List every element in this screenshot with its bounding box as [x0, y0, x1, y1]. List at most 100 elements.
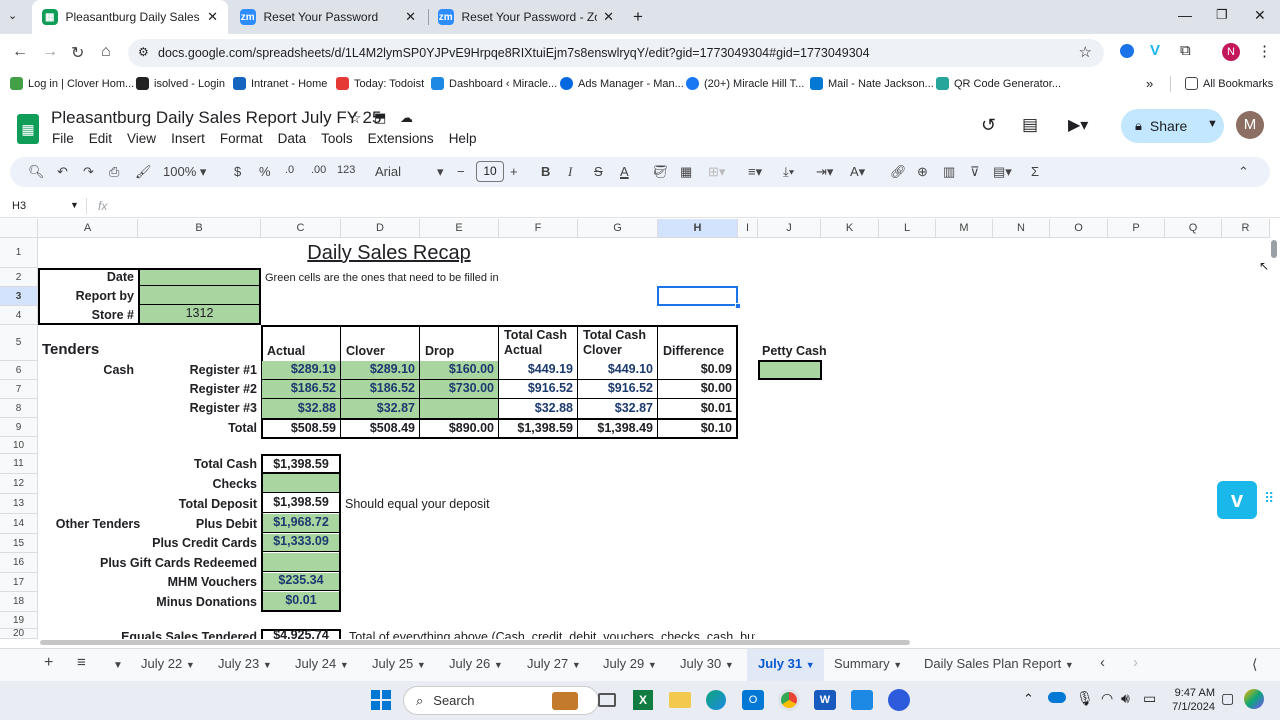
column-header[interactable]: Q [1165, 219, 1222, 238]
mhm-vouchers-cell[interactable]: $235.34 [263, 573, 339, 591]
selected-cell[interactable] [657, 286, 738, 306]
percent-format-button[interactable]: % [259, 164, 271, 179]
column-header[interactable]: G [578, 219, 658, 238]
register-total-clover-cell[interactable]: $32.87 [578, 399, 657, 418]
petty-cash-input-cell[interactable] [758, 360, 822, 380]
taskbar-search[interactable]: ⌕ Search [403, 686, 599, 715]
drag-handle-icon[interactable]: ⠿ [1264, 490, 1274, 507]
address-bar[interactable]: ⚙ docs.google.com/spreadsheets/d/1L4M2ly… [128, 39, 1104, 67]
minus-donations-cell[interactable]: $0.01 [263, 592, 339, 610]
new-tab-icon[interactable]: + [633, 7, 643, 27]
register-label[interactable]: Register #1 [138, 361, 261, 380]
vimeo-record-button[interactable]: v [1217, 481, 1257, 519]
bookmark-item[interactable]: Dashboard ‹ Miracle... [431, 77, 557, 90]
column-header[interactable]: R [1222, 219, 1270, 238]
register-total-actual-cell[interactable]: $916.52 [499, 380, 577, 399]
text-color-button[interactable]: A [620, 164, 629, 179]
window-close-icon[interactable]: ✕ [1254, 7, 1266, 24]
more-bookmarks-icon[interactable]: » [1146, 76, 1153, 91]
gift-cards-label[interactable]: Plus Gift Cards Redeemed [60, 553, 261, 573]
column-header[interactable]: O [1050, 219, 1108, 238]
fill-color-icon[interactable]: 🪣︎ [652, 164, 669, 180]
row-header[interactable]: 2 [0, 268, 38, 287]
insert-link-icon[interactable]: 🔗︎ [890, 164, 907, 180]
tab-reset-password-zoom[interactable]: zm Reset Your Password - Zoom ✕ [428, 0, 624, 34]
register-total-clover-cell[interactable]: $449.10 [578, 361, 657, 380]
header-difference[interactable]: Difference [659, 325, 736, 361]
menu-extensions[interactable]: Extensions [368, 131, 434, 146]
share-button[interactable]: 🔒︎ Share ▼ [1121, 109, 1224, 143]
number-format-button[interactable]: 123 [337, 164, 355, 176]
meet-icon[interactable]: ▶▾ [1068, 115, 1088, 135]
paint-format-icon[interactable]: 🖌︎ [135, 164, 152, 180]
word-icon[interactable]: W [814, 690, 836, 710]
credit-cards-cell[interactable]: $1,333.09 [263, 534, 339, 552]
register-difference-cell[interactable]: $0.01 [658, 399, 736, 418]
register-clover-cell[interactable]: $186.52 [341, 380, 419, 399]
sheet-title[interactable]: Daily Sales Recap [261, 238, 517, 268]
total-deposit-label[interactable]: Total Deposit [138, 494, 261, 514]
avatar[interactable]: M [1236, 111, 1264, 139]
sheet-tab[interactable]: July 25 ▼ [372, 656, 426, 671]
register-difference-cell[interactable]: $0.09 [658, 361, 736, 380]
onedrive-icon[interactable] [1048, 692, 1066, 703]
file-explorer-icon[interactable] [669, 692, 691, 708]
header-total-cash-actual[interactable]: Total Cash Actual [500, 325, 576, 361]
search-menus-icon[interactable]: 🔍︎ [28, 164, 45, 180]
excel-icon[interactable]: X [633, 690, 653, 710]
date-input-cell[interactable] [138, 268, 261, 287]
header-total-cash-clover[interactable]: Total Cash Clover [579, 325, 656, 361]
row-header[interactable]: 7 [0, 380, 38, 399]
vimeo-extension-icon[interactable]: V [1150, 42, 1160, 59]
store-number-cell[interactable]: 1312 [138, 305, 261, 325]
tab-reset-password[interactable]: zm Reset Your Password ✕ [230, 0, 426, 34]
sheet-tab[interactable]: July 24 ▼ [295, 656, 349, 671]
column-header[interactable]: H [658, 219, 738, 238]
all-bookmarks[interactable]: All Bookmarks [1185, 77, 1273, 90]
windows-start-icon[interactable] [371, 690, 391, 710]
row-header[interactable]: 8 [0, 399, 38, 418]
notifications-icon[interactable]: ▢ [1221, 690, 1234, 707]
profile-avatar[interactable]: N [1222, 43, 1240, 61]
report-by-label[interactable]: Report by [38, 287, 138, 306]
sheet-tab[interactable]: Daily Sales Plan Report ▼ [924, 656, 1074, 671]
filter-icon[interactable]: ⊽ [970, 164, 980, 180]
checks-input-cell[interactable] [263, 474, 339, 493]
spreadsheet-grid[interactable]: A B C D E F G H I J K L M N O P Q R 1 2 … [0, 219, 1270, 639]
column-header[interactable]: D [341, 219, 420, 238]
star-icon[interactable]: ☆ [348, 109, 361, 127]
total-drop-cell[interactable]: $890.00 [420, 419, 498, 438]
menu-help[interactable]: Help [449, 131, 477, 146]
minimize-icon[interactable]: — [1178, 7, 1192, 23]
back-icon[interactable]: ← [12, 43, 28, 61]
tab-search-icon[interactable]: ⌄ [8, 9, 17, 22]
bookmark-item[interactable]: Intranet - Home [233, 77, 327, 90]
register-actual-cell[interactable]: $186.52 [262, 380, 340, 399]
insert-chart-icon[interactable]: ▥ [943, 164, 955, 180]
total-cash-cell[interactable]: $1,398.59 [261, 454, 341, 474]
row-header[interactable]: 11 [0, 454, 38, 474]
bookmark-item[interactable]: isolved - Login [136, 77, 225, 90]
row-header[interactable]: 19 [0, 612, 38, 629]
column-header[interactable]: J [758, 219, 821, 238]
vertical-align-icon[interactable]: ⤓▾ [783, 164, 794, 180]
fill-handle[interactable] [735, 303, 741, 309]
plus-debit-label[interactable]: Plus Debit [138, 514, 261, 534]
total-cash-label[interactable]: Total Cash [138, 454, 261, 474]
bookmark-item[interactable]: QR Code Generator... [936, 77, 1061, 90]
sheets-logo-icon[interactable]: ▦ [17, 114, 39, 144]
outlook-icon[interactable]: O [742, 690, 764, 710]
green-cells-note[interactable]: Green cells are the ones that need to be… [261, 268, 561, 287]
register-drop-cell[interactable] [420, 399, 498, 418]
minus-donations-label[interactable]: Minus Donations [138, 592, 261, 612]
scroll-tabs-right-icon[interactable]: › [1133, 654, 1138, 671]
horizontal-scrollbar-thumb[interactable] [40, 640, 910, 645]
date-label[interactable]: Date [38, 268, 138, 287]
filter-views-icon[interactable]: ▤▾ [993, 164, 1012, 180]
row-header[interactable]: 9 [0, 418, 38, 437]
italic-button[interactable]: I [568, 164, 572, 180]
collapse-menu-icon[interactable]: ⌃ [1238, 164, 1249, 180]
equals-note[interactable]: Total of everything above (Cash, credit,… [345, 629, 755, 639]
header-clover[interactable]: Clover [342, 325, 418, 361]
explore-icon[interactable]: ⟨ [1252, 656, 1257, 673]
